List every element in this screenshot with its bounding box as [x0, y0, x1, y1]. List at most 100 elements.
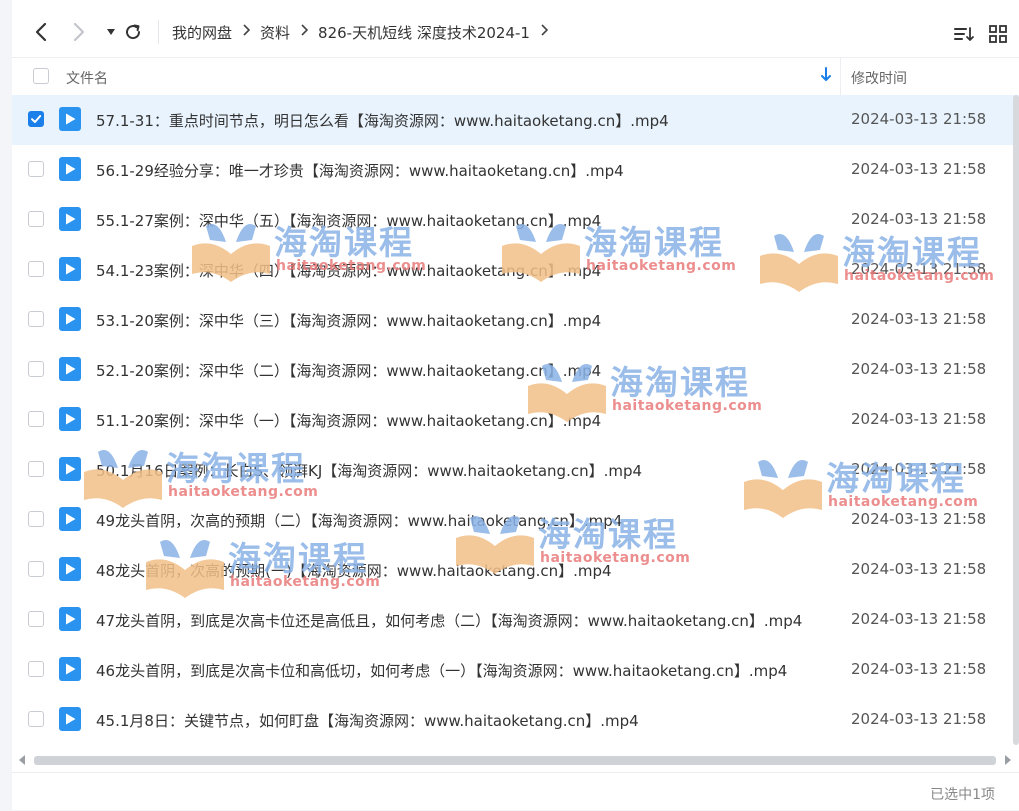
- row-checkbox[interactable]: [28, 161, 44, 177]
- video-file-icon: [59, 357, 81, 381]
- breadcrumb-item[interactable]: 我的网盘: [172, 22, 232, 43]
- file-name[interactable]: 55.1-27案例：深中华（五）【海淘资源网：www.haitaoketang.…: [96, 210, 601, 231]
- file-name[interactable]: 49龙头首阴，次高的预期（二）【海淘资源网：www.haitaoketang.c…: [96, 510, 622, 531]
- video-file-icon: [59, 707, 81, 731]
- file-modified-time: 2024-03-13 21:58: [851, 360, 987, 378]
- row-checkbox[interactable]: [28, 511, 44, 527]
- row-checkbox[interactable]: [28, 261, 44, 277]
- file-modified-time: 2024-03-13 21:58: [851, 210, 987, 228]
- file-name[interactable]: 51.1-20案例：深中华（一）【海淘资源网：www.haitaoketang.…: [96, 410, 601, 431]
- file-row[interactable]: 52.1-20案例：深中华（二）【海淘资源网：www.haitaoketang.…: [12, 345, 1019, 395]
- row-checkbox[interactable]: [28, 211, 44, 227]
- file-row[interactable]: 53.1-20案例：深中华（三）【海淘资源网：www.haitaoketang.…: [12, 295, 1019, 345]
- file-row[interactable]: 46龙头首阴，到底是次高卡位和高低切，如何考虑（一）【海淘资源网：www.hai…: [12, 645, 1019, 695]
- video-file-icon: [59, 507, 81, 531]
- scroll-left-icon[interactable]: [18, 755, 26, 765]
- file-modified-time: 2024-03-13 21:58: [851, 710, 987, 728]
- file-row[interactable]: 55.1-27案例：深中华（五）【海淘资源网：www.haitaoketang.…: [12, 195, 1019, 245]
- file-name[interactable]: 56.1-29经验分享：唯一才珍贵【海淘资源网：www.haitaoketang…: [96, 160, 624, 181]
- row-checkbox[interactable]: [28, 111, 44, 127]
- chevron-right-icon: [73, 22, 85, 42]
- row-checkbox[interactable]: [28, 411, 44, 427]
- vertical-scrollbar[interactable]: [1013, 95, 1019, 745]
- file-row[interactable]: 51.1-20案例：深中华（一）【海淘资源网：www.haitaoketang.…: [12, 395, 1019, 445]
- row-checkbox[interactable]: [28, 711, 44, 727]
- list-header: 文件名 修改时间: [12, 57, 1019, 97]
- row-checkbox[interactable]: [28, 361, 44, 377]
- column-divider: [840, 58, 841, 96]
- file-row[interactable]: 45.1月8日：关键节点，如何盯盘【海淘资源网：www.haitaoketang…: [12, 695, 1019, 745]
- breadcrumb-expand-icon[interactable]: [540, 24, 549, 40]
- status-bar: 已选中1项: [12, 772, 1019, 811]
- breadcrumb-separator-icon: [242, 24, 251, 40]
- file-modified-time: 2024-03-13 21:58: [851, 410, 987, 428]
- video-file-icon: [59, 257, 81, 281]
- horizontal-scrollbar-thumb[interactable]: [34, 756, 996, 765]
- file-name[interactable]: 46龙头首阴，到底是次高卡位和高低切，如何考虑（一）【海淘资源网：www.hai…: [96, 660, 787, 681]
- file-name[interactable]: 45.1月8日：关键节点，如何盯盘【海淘资源网：www.haitaoketang…: [96, 710, 639, 731]
- file-name[interactable]: 50.1月16日案例：长白S、领湃KJ【海淘资源网：www.haitaoketa…: [96, 460, 642, 481]
- video-file-icon: [59, 207, 81, 231]
- file-row[interactable]: 48龙头首阴，次高的预期(一)【海淘资源网：www.haitaoketang.c…: [12, 545, 1019, 595]
- video-file-icon: [59, 607, 81, 631]
- breadcrumb-item[interactable]: 资料: [260, 22, 290, 43]
- file-row[interactable]: 57.1-31：重点时间节点，明日怎么看【海淘资源网：www.haitaoket…: [12, 95, 1019, 145]
- file-modified-time: 2024-03-13 21:58: [851, 560, 987, 578]
- file-row[interactable]: 54.1-23案例：深中华（四）【海淘资源网：www.haitaoketang.…: [12, 245, 1019, 295]
- column-header-modified[interactable]: 修改时间: [851, 68, 907, 88]
- refresh-icon: [126, 24, 141, 40]
- file-name[interactable]: 57.1-31：重点时间节点，明日怎么看【海淘资源网：www.haitaoket…: [96, 110, 669, 131]
- file-name[interactable]: 54.1-23案例：深中华（四）【海淘资源网：www.haitaoketang.…: [96, 260, 601, 281]
- file-modified-time: 2024-03-13 21:58: [851, 610, 987, 628]
- file-modified-time: 2024-03-13 21:58: [851, 460, 987, 478]
- file-modified-time: 2024-03-13 21:58: [851, 510, 987, 528]
- video-file-icon: [59, 657, 81, 681]
- horizontal-scrollbar[interactable]: [12, 752, 1019, 768]
- file-modified-time: 2024-03-13 21:58: [851, 660, 987, 678]
- video-file-icon: [59, 557, 81, 581]
- caret-down-icon: [107, 29, 115, 35]
- file-modified-time: 2024-03-13 21:58: [851, 260, 987, 278]
- file-row[interactable]: 47龙头首阴，到底是次高卡位还是高低且，如何考虑（二）【海淘资源网：www.ha…: [12, 595, 1019, 645]
- toolbar: 我的网盘 资料 826-天机短线 深度技术2024-1: [12, 0, 1019, 64]
- file-row[interactable]: 56.1-29经验分享：唯一才珍贵【海淘资源网：www.haitaoketang…: [12, 145, 1019, 195]
- back-button[interactable]: [28, 19, 54, 45]
- row-checkbox[interactable]: [28, 661, 44, 677]
- video-file-icon: [59, 107, 81, 131]
- sort-icon: [954, 27, 974, 41]
- chevron-left-icon: [35, 22, 47, 42]
- toolbar-divider: [158, 20, 159, 44]
- file-row[interactable]: 50.1月16日案例：长白S、领湃KJ【海淘资源网：www.haitaoketa…: [12, 445, 1019, 495]
- file-name[interactable]: 52.1-20案例：深中华（二）【海淘资源网：www.haitaoketang.…: [96, 360, 601, 381]
- column-header-name[interactable]: 文件名: [66, 68, 108, 88]
- breadcrumb-item-current[interactable]: 826-天机短线 深度技术2024-1: [318, 22, 530, 43]
- sort-button[interactable]: [951, 21, 977, 47]
- sort-desc-icon[interactable]: [820, 67, 832, 87]
- row-checkbox[interactable]: [28, 311, 44, 327]
- grid-view-icon: [989, 25, 1007, 43]
- file-modified-time: 2024-03-13 21:58: [851, 110, 987, 128]
- file-list: 57.1-31：重点时间节点，明日怎么看【海淘资源网：www.haitaoket…: [12, 95, 1019, 745]
- video-file-icon: [59, 157, 81, 181]
- row-checkbox[interactable]: [28, 561, 44, 577]
- row-checkbox[interactable]: [28, 461, 44, 477]
- file-row[interactable]: 49龙头首阴，次高的预期（二）【海淘资源网：www.haitaoketang.c…: [12, 495, 1019, 545]
- file-name[interactable]: 48龙头首阴，次高的预期(一)【海淘资源网：www.haitaoketang.c…: [96, 560, 612, 581]
- file-modified-time: 2024-03-13 21:58: [851, 160, 987, 178]
- video-file-icon: [59, 307, 81, 331]
- forward-button[interactable]: [66, 19, 92, 45]
- file-browser: 我的网盘 资料 826-天机短线 深度技术2024-1 文件名 修改时间 57.…: [12, 0, 1019, 810]
- file-name[interactable]: 47龙头首阴，到底是次高卡位还是高低且，如何考虑（二）【海淘资源网：www.ha…: [96, 610, 802, 631]
- select-all-checkbox[interactable]: [33, 68, 49, 84]
- vertical-scrollbar-thumb[interactable]: [1013, 95, 1019, 745]
- scroll-right-icon[interactable]: [1004, 755, 1012, 765]
- refresh-button[interactable]: [120, 19, 146, 45]
- breadcrumb-separator-icon: [300, 24, 309, 40]
- file-name[interactable]: 53.1-20案例：深中华（三）【海淘资源网：www.haitaoketang.…: [96, 310, 601, 331]
- video-file-icon: [59, 457, 81, 481]
- selection-count: 已选中1项: [930, 787, 995, 803]
- row-checkbox[interactable]: [28, 611, 44, 627]
- grid-view-button[interactable]: [985, 21, 1011, 47]
- breadcrumb: 我的网盘 资料 826-天机短线 深度技术2024-1: [172, 20, 558, 44]
- video-file-icon: [59, 407, 81, 431]
